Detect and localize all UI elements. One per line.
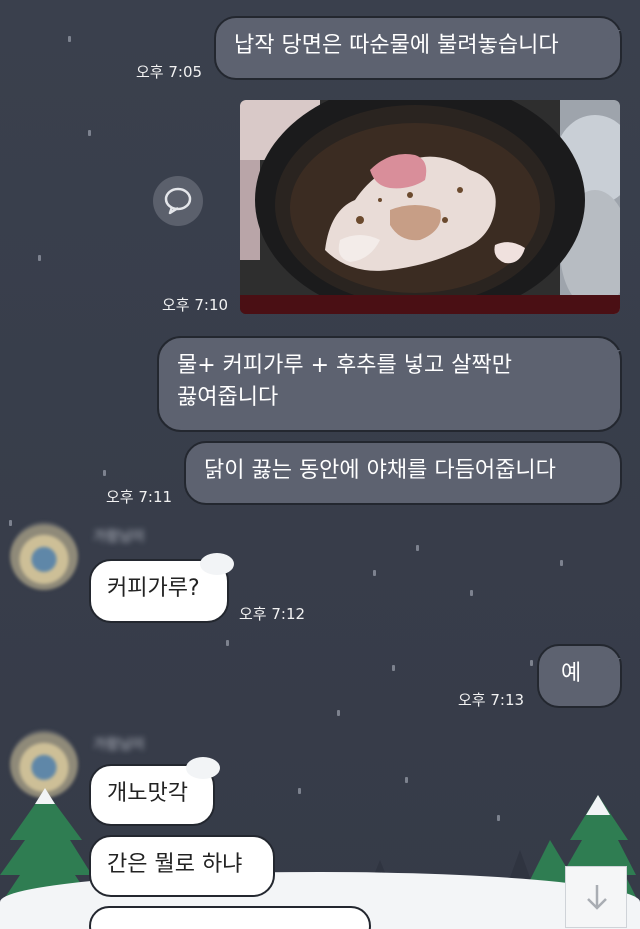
my-message-bubble[interactable]: 납작 당면은 따순물에 불려놓습니다: [214, 16, 622, 80]
friend-message-bubble[interactable]: 간은 뭘로 하냐: [89, 835, 275, 897]
snowflake: [9, 520, 12, 526]
down-arrow-icon: [587, 885, 607, 910]
bubble-tail: [607, 30, 621, 40]
message-text: 개노맛각: [107, 781, 188, 806]
my-message-bubble[interactable]: 닭이 끓는 동안에 야채를 다듬어줍니다: [184, 441, 622, 505]
message-text: 납작 당면은 따순물에 불려놓습니다: [234, 33, 559, 58]
message-text-line: 물+ 커피가루 + 후추를 넣고 살짝만: [177, 353, 512, 378]
speech-bubble-icon: [164, 187, 192, 215]
bubble-snow-cap: [186, 757, 220, 779]
snowflake: [392, 665, 395, 671]
share-button[interactable]: [153, 176, 203, 226]
scroll-to-bottom-button[interactable]: [565, 866, 627, 928]
pan-photo: [240, 100, 620, 314]
snowflake: [470, 590, 473, 596]
message-time: 오후 7:12: [239, 605, 306, 623]
snowflake: [68, 36, 71, 42]
snowflake: [88, 130, 91, 136]
message-text: 커피가루?: [107, 576, 200, 601]
friend-avatar[interactable]: [10, 522, 78, 590]
friend-message-bubble-partial[interactable]: [89, 906, 371, 929]
bubble-tail: [607, 350, 621, 360]
bubble-tail: [607, 658, 621, 668]
friend-name-blurred: 가람님이: [93, 737, 145, 753]
message-text-line: 끓여줍니다: [177, 385, 279, 410]
message-time: 오후 7:13: [458, 691, 525, 709]
my-message-bubble[interactable]: 예: [537, 644, 622, 708]
snowflake: [530, 660, 533, 666]
snowflake: [337, 710, 340, 716]
snowflake: [103, 470, 106, 476]
bubble-snow-cap: [200, 553, 234, 575]
snowflake: [373, 570, 376, 576]
message-time: 오후 7:11: [106, 488, 173, 506]
snowflake: [560, 560, 563, 566]
photo-message[interactable]: [240, 100, 620, 314]
friend-name-blurred: 가람님이: [93, 529, 145, 545]
my-message-bubble[interactable]: 물+ 커피가루 + 후추를 넣고 살짝만 끓여줍니다: [157, 336, 622, 432]
message-text: 예: [561, 661, 582, 686]
message-text: 간은 뭘로 하냐: [107, 852, 243, 877]
chat-room: 오후 7:05 납작 당면은 따순물에 불려놓습니다 오후 7:10 물+ 커피…: [0, 0, 640, 929]
snowflake: [416, 545, 419, 551]
message-time: 오후 7:05: [136, 63, 203, 81]
snowflake: [38, 255, 41, 261]
snowflake: [226, 640, 229, 646]
message-text: 닭이 끓는 동안에 야채를 다듬어줍니다: [204, 458, 556, 483]
message-time: 오후 7:10: [162, 296, 229, 314]
